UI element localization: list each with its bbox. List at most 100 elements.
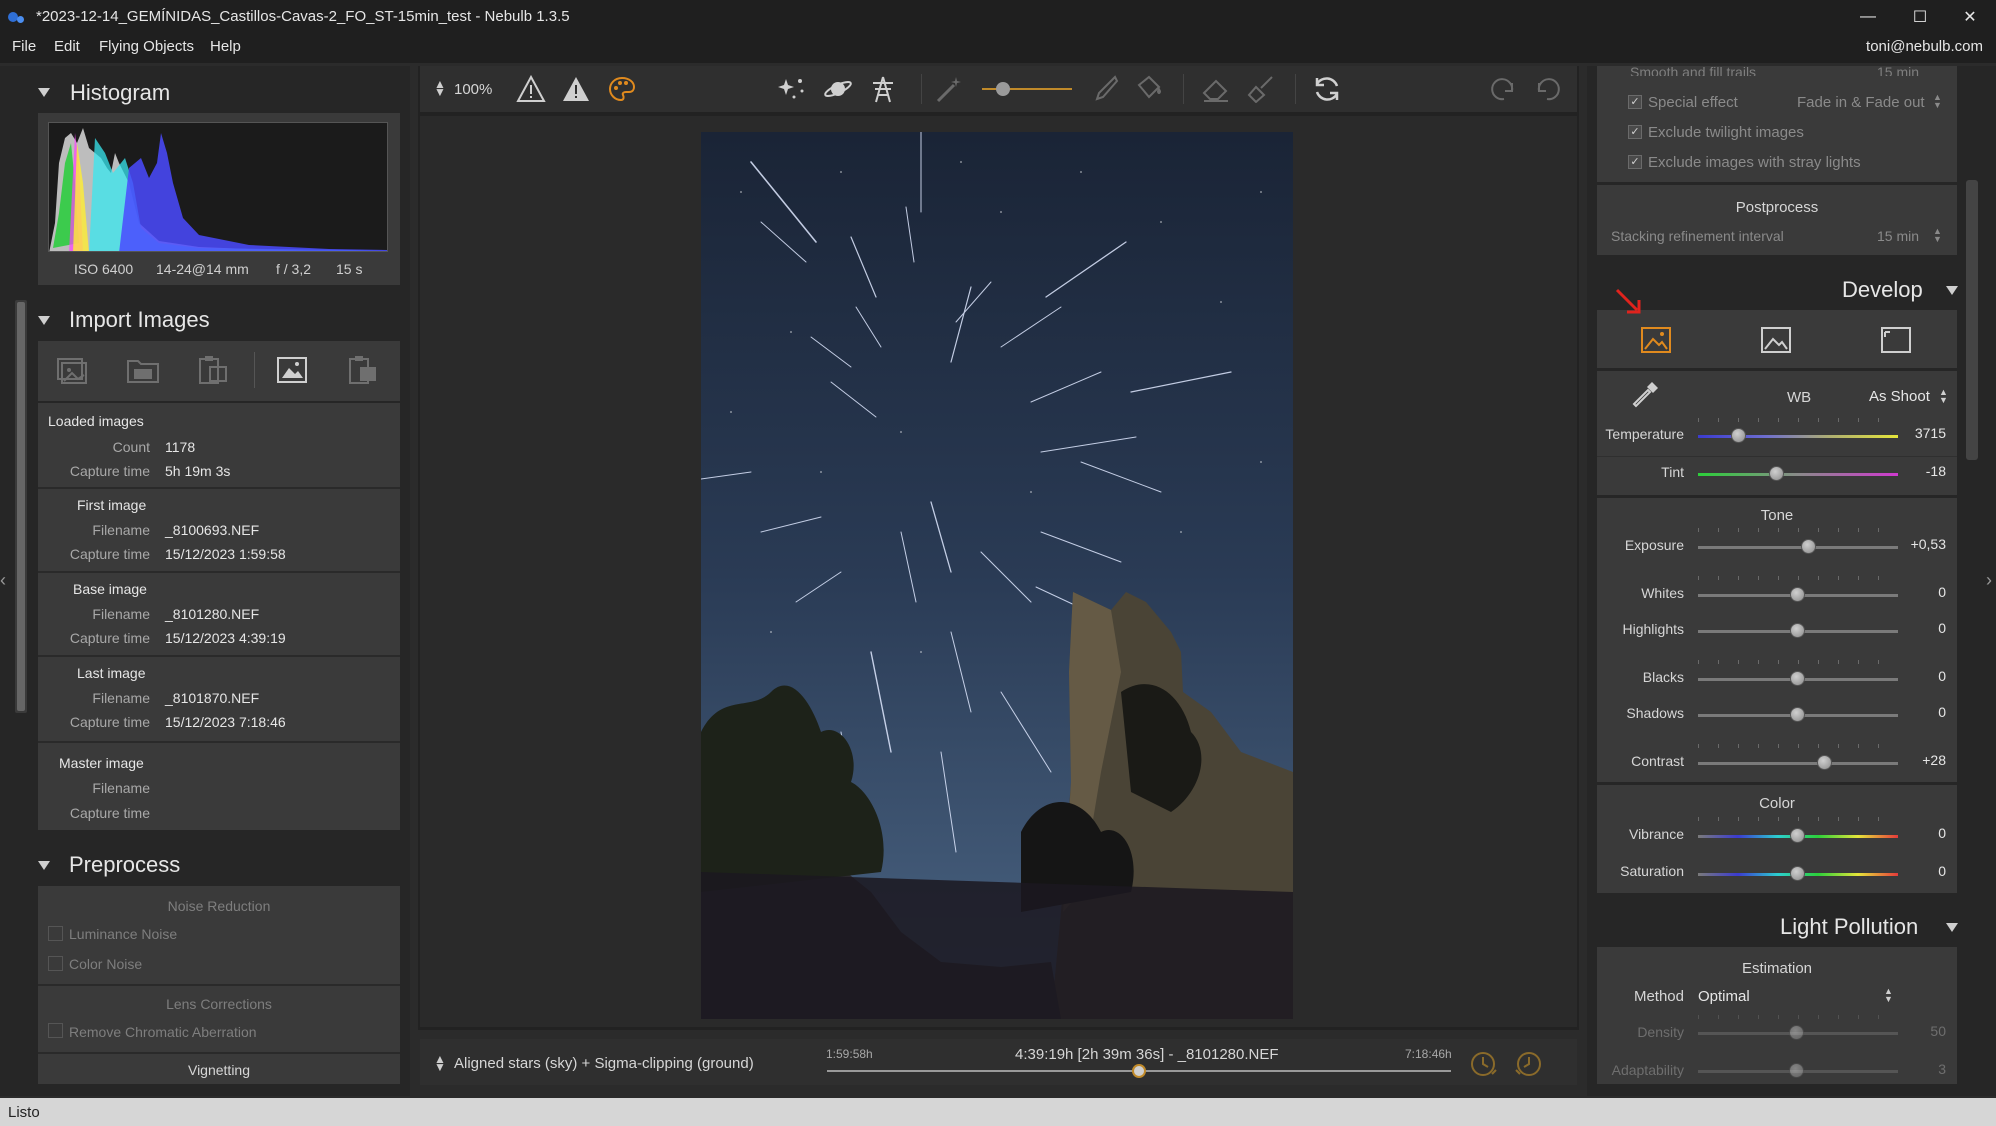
luminance-noise-checkbox[interactable] (48, 926, 63, 941)
app-logo-icon (8, 10, 24, 24)
warning-filled-icon[interactable] (559, 72, 593, 106)
menu-flying-objects[interactable]: Flying Objects (99, 38, 194, 55)
tint-thumb[interactable] (1769, 466, 1784, 481)
timeline-thumb[interactable] (1132, 1064, 1146, 1078)
whites-value[interactable]: 0 (1906, 584, 1946, 600)
paint-bucket-icon[interactable] (1131, 72, 1165, 106)
zoom-level[interactable]: 100% (454, 81, 492, 98)
develop-crop-tab-icon[interactable] (1880, 325, 1912, 358)
minimize-button[interactable]: — (1842, 0, 1894, 33)
user-email[interactable]: toni@nebulb.com (1866, 38, 1983, 55)
vignetting-heading[interactable]: Vignetting (38, 1062, 400, 1078)
blacks-value[interactable]: 0 (1906, 668, 1946, 684)
menu-help[interactable]: Help (210, 38, 241, 55)
wb-value[interactable]: As Shoot (1869, 388, 1930, 405)
base-capture-label: Capture time (69, 630, 150, 646)
eyedropper-icon[interactable] (1630, 380, 1660, 413)
contrast-value[interactable]: +28 (1906, 752, 1946, 768)
warning-outline-icon[interactable] (514, 72, 548, 106)
vibrance-thumb[interactable] (1790, 828, 1805, 843)
method-value[interactable]: Optimal (1698, 988, 1750, 1005)
redo-icon[interactable] (1486, 72, 1520, 106)
right-scrollbar[interactable] (1966, 180, 1978, 460)
wb-stepper-icon[interactable]: ▲ ▼ (1939, 388, 1948, 405)
import-collapse-icon[interactable] (38, 316, 50, 325)
adaptability-thumb[interactable] (1789, 1063, 1804, 1078)
exposure-value[interactable]: +0,53 (1900, 536, 1946, 552)
special-effect-checkbox[interactable]: ✓ (1628, 95, 1642, 109)
palette-icon[interactable] (605, 72, 639, 106)
broom-icon[interactable] (1244, 72, 1278, 106)
import-clear-icon[interactable] (346, 355, 378, 388)
brush-icon[interactable] (1087, 72, 1121, 106)
stars-icon[interactable] (776, 72, 810, 106)
vibrance-value[interactable]: 0 (1906, 825, 1946, 841)
magic-wand-icon[interactable] (932, 72, 966, 106)
planet-icon[interactable] (821, 72, 855, 106)
maximize-button[interactable]: ☐ (1894, 0, 1946, 33)
density-value[interactable]: 50 (1906, 1023, 1946, 1039)
whites-thumb[interactable] (1790, 587, 1805, 602)
exposure-thumb[interactable] (1801, 539, 1816, 554)
saturation-thumb[interactable] (1790, 866, 1805, 881)
temperature-thumb[interactable] (1731, 428, 1746, 443)
collapse-right-icon[interactable]: › (1986, 570, 1992, 591)
import-master-icon[interactable] (276, 355, 308, 388)
develop-title: Develop (1842, 277, 1923, 302)
undo-icon[interactable] (1531, 72, 1565, 106)
refresh-icon[interactable] (1310, 72, 1344, 106)
temperature-value[interactable]: 3715 (1906, 425, 1946, 441)
stacking-interval-value[interactable]: 15 min (1877, 228, 1919, 244)
develop-collapse-icon[interactable] (1946, 286, 1958, 295)
shadows-thumb[interactable] (1790, 707, 1805, 722)
contrast-thumb[interactable] (1817, 755, 1832, 770)
color-noise-checkbox[interactable] (48, 956, 63, 971)
highlights-value[interactable]: 0 (1906, 620, 1946, 636)
density-thumb[interactable] (1789, 1025, 1804, 1040)
special-effect-label: Special effect (1648, 94, 1738, 111)
brush-size-thumb[interactable] (996, 82, 1010, 96)
develop-landscape-tab-icon[interactable] (1760, 325, 1792, 358)
saturation-value[interactable]: 0 (1906, 863, 1946, 879)
import-folder-icon[interactable] (126, 355, 160, 388)
clock-forward-icon[interactable] (1514, 1050, 1544, 1081)
menu-edit[interactable]: Edit (54, 38, 80, 55)
light-pollution-collapse-icon[interactable] (1946, 923, 1958, 932)
special-effect-stepper-icon[interactable]: ▲ ▼ (1933, 93, 1942, 110)
chromatic-aberration-checkbox[interactable] (48, 1023, 63, 1038)
preprocess-collapse-icon[interactable] (38, 861, 50, 870)
develop-basic-tab-icon[interactable] (1640, 325, 1672, 358)
stacking-interval-stepper-icon[interactable]: ▲ ▼ (1933, 227, 1942, 244)
temperature-track[interactable] (1698, 435, 1898, 438)
exclude-stray-checkbox[interactable]: ✓ (1628, 155, 1642, 169)
tint-track[interactable] (1698, 473, 1898, 476)
contrast-track[interactable] (1698, 762, 1898, 765)
histogram-iso: ISO 6400 (74, 261, 134, 277)
power-tower-icon[interactable] (866, 72, 900, 106)
preview-image[interactable] (701, 132, 1293, 1019)
special-effect-value[interactable]: Fade in & Fade out (1797, 94, 1925, 111)
adaptability-value[interactable]: 3 (1906, 1061, 1946, 1077)
eraser-icon[interactable] (1198, 72, 1232, 106)
collapse-left-icon[interactable]: ‹ (0, 570, 10, 590)
tint-value[interactable]: -18 (1906, 463, 1946, 479)
menu-file[interactable]: File (12, 38, 36, 55)
exclude-twilight-checkbox[interactable]: ✓ (1628, 125, 1642, 139)
method-stepper-icon[interactable]: ▲ ▼ (1884, 987, 1893, 1004)
blacks-ticks (1698, 660, 1898, 664)
mode-stepper-icon[interactable]: ▲ ▼ (434, 1053, 446, 1073)
highlights-thumb[interactable] (1790, 623, 1805, 638)
close-button[interactable]: ✕ (1944, 0, 1996, 33)
left-scrollbar[interactable] (15, 300, 27, 713)
shadows-value[interactable]: 0 (1906, 704, 1946, 720)
blacks-thumb[interactable] (1790, 671, 1805, 686)
contrast-ticks (1698, 744, 1898, 748)
zoom-stepper-icon[interactable]: ▲ ▼ (434, 78, 446, 98)
status-text: Listo (8, 1104, 40, 1121)
exposure-track[interactable] (1698, 546, 1898, 549)
import-clipboard-icon[interactable] (196, 355, 228, 388)
import-images-icon[interactable] (56, 355, 88, 388)
stacking-mode[interactable]: Aligned stars (sky) + Sigma-clipping (gr… (454, 1055, 754, 1072)
histogram-collapse-icon[interactable] (38, 88, 50, 97)
clock-back-icon[interactable] (1468, 1050, 1498, 1081)
